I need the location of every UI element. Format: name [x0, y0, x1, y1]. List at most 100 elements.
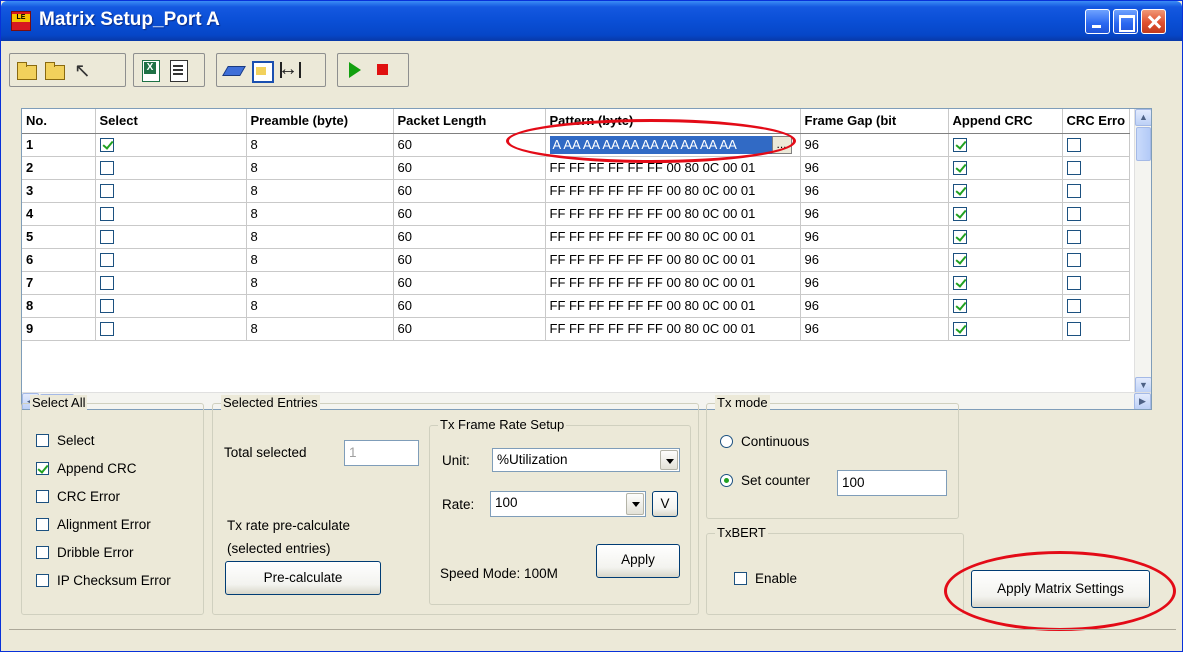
select-all-checkbox-row[interactable]: Alignment Error — [36, 517, 151, 532]
append-crc-checkbox[interactable] — [952, 276, 967, 291]
append-crc-cell[interactable] — [948, 133, 1063, 157]
select-all-checkbox-row[interactable]: Select — [36, 433, 95, 448]
preamble-cell[interactable]: 8 — [246, 225, 394, 249]
unit-select[interactable]: %Utilization — [492, 448, 680, 472]
select-checkbox[interactable] — [99, 161, 114, 176]
packet-length-cell[interactable]: 60 — [393, 156, 546, 180]
frame-gap-cell[interactable]: 96 — [800, 202, 949, 226]
select-checkbox[interactable] — [99, 230, 114, 245]
append-crc-checkbox[interactable] — [952, 322, 967, 337]
stop-icon[interactable] — [369, 57, 395, 83]
select-cell[interactable] — [95, 271, 247, 295]
eraser-icon[interactable] — [220, 57, 246, 83]
title-bar[interactable]: LE Matrix Setup_Port A — [1, 1, 1182, 41]
crc-error-checkbox[interactable] — [1066, 230, 1081, 245]
select-all-checkbox-row[interactable]: Dribble Error — [36, 545, 134, 560]
frame-gap-cell[interactable]: 96 — [800, 225, 949, 249]
packet-length-cell[interactable]: 60 — [393, 294, 546, 318]
select-checkbox[interactable] — [99, 138, 114, 153]
crc-error-checkbox[interactable] — [1066, 184, 1081, 199]
append-crc-checkbox[interactable] — [952, 207, 967, 222]
select-cell[interactable] — [95, 202, 247, 226]
maximize-button[interactable] — [1113, 9, 1138, 34]
column-header[interactable]: Append CRC — [948, 109, 1063, 134]
select-all-checkbox[interactable] — [36, 490, 49, 503]
frame-gap-cell[interactable]: 96 — [800, 156, 949, 180]
column-header[interactable]: Select — [95, 109, 247, 134]
pattern-cell[interactable]: FF FF FF FF FF FF 00 80 0C 00 01 — [545, 271, 801, 295]
excel-export-icon[interactable] — [137, 57, 163, 83]
crc-error-checkbox[interactable] — [1066, 253, 1081, 268]
crc-error-cell[interactable] — [1062, 202, 1131, 226]
preamble-cell[interactable]: 8 — [246, 248, 394, 272]
select-all-checkbox[interactable] — [36, 546, 49, 559]
crc-error-checkbox[interactable] — [1066, 299, 1081, 314]
chevron-down-icon[interactable] — [660, 450, 678, 470]
v-button[interactable]: V — [652, 491, 678, 517]
scroll-right-button[interactable]: ▶ — [1134, 393, 1151, 409]
preamble-cell[interactable]: 8 — [246, 156, 394, 180]
play-icon[interactable] — [341, 57, 367, 83]
preamble-cell[interactable]: 8 — [246, 294, 394, 318]
packet-length-cell[interactable]: 60 — [393, 179, 546, 203]
table-row[interactable]: 7 8 60 FF FF FF FF FF FF 00 80 0C 00 01 96 — [22, 271, 1131, 295]
enable-checkbox-row[interactable]: Enable — [734, 571, 797, 586]
frame-gap-cell[interactable]: 96 — [800, 179, 949, 203]
preamble-cell[interactable]: 8 — [246, 271, 394, 295]
open-folder-icon[interactable] — [41, 57, 67, 83]
select-cell[interactable] — [95, 156, 247, 180]
select-checkbox[interactable] — [99, 184, 114, 199]
column-header[interactable]: Preamble (byte) — [246, 109, 394, 134]
select-all-checkbox[interactable] — [36, 434, 49, 447]
append-crc-checkbox[interactable] — [952, 138, 967, 153]
column-header[interactable]: Frame Gap (bit — [800, 109, 949, 134]
append-crc-cell[interactable] — [948, 179, 1063, 203]
frame-gap-cell[interactable]: 96 — [800, 133, 949, 157]
column-header[interactable]: CRC Erro — [1062, 109, 1131, 134]
select-checkbox[interactable] — [99, 253, 114, 268]
pattern-cell[interactable]: FF FF FF FF FF FF 00 80 0C 00 01 — [545, 248, 801, 272]
set-counter-radio-row[interactable]: Set counter — [720, 473, 810, 488]
minimize-button[interactable] — [1085, 9, 1110, 34]
vertical-scroll-thumb[interactable] — [1136, 127, 1151, 161]
apply-button[interactable]: Apply — [596, 544, 680, 578]
select-checkbox[interactable] — [99, 322, 114, 337]
counter-input[interactable]: 100 — [837, 470, 947, 496]
packet-length-cell[interactable]: 60 — [393, 248, 546, 272]
close-button[interactable] — [1141, 9, 1166, 34]
crc-error-cell[interactable] — [1062, 294, 1131, 318]
table-row[interactable]: 5 8 60 FF FF FF FF FF FF 00 80 0C 00 01 96 — [22, 225, 1131, 249]
preamble-cell[interactable]: 8 — [246, 202, 394, 226]
select-cell[interactable] — [95, 133, 247, 157]
vertical-scrollbar[interactable]: ▲ ▼ — [1134, 109, 1151, 394]
document-icon[interactable] — [165, 57, 191, 83]
pattern-cell[interactable]: FF FF FF FF FF FF 00 80 0C 00 01 — [545, 317, 801, 341]
crc-error-cell[interactable] — [1062, 133, 1131, 157]
continuous-radio-row[interactable]: Continuous — [720, 434, 809, 449]
crc-error-cell[interactable] — [1062, 179, 1131, 203]
select-all-checkbox-row[interactable]: CRC Error — [36, 489, 120, 504]
append-crc-checkbox[interactable] — [952, 184, 967, 199]
packet-length-cell[interactable]: 60 — [393, 317, 546, 341]
continuous-radio[interactable] — [720, 435, 733, 448]
select-cell[interactable] — [95, 225, 247, 249]
table-row[interactable]: 8 8 60 FF FF FF FF FF FF 00 80 0C 00 01 96 — [22, 294, 1131, 318]
crc-error-checkbox[interactable] — [1066, 207, 1081, 222]
select-all-checkbox[interactable] — [36, 462, 49, 475]
window-icon[interactable] — [248, 57, 274, 83]
new-folder-icon[interactable] — [13, 57, 39, 83]
select-cell[interactable] — [95, 294, 247, 318]
select-checkbox[interactable] — [99, 276, 114, 291]
packet-length-cell[interactable]: 60 — [393, 271, 546, 295]
pattern-cell[interactable]: FF FF FF FF FF FF 00 80 0C 00 01 — [545, 225, 801, 249]
select-all-checkbox-row[interactable]: IP Checksum Error — [36, 573, 171, 588]
append-crc-checkbox[interactable] — [952, 253, 967, 268]
pattern-cell[interactable]: FF FF FF FF FF FF 00 80 0C 00 01 — [545, 202, 801, 226]
crc-error-checkbox[interactable] — [1066, 276, 1081, 291]
table-row[interactable]: 9 8 60 FF FF FF FF FF FF 00 80 0C 00 01 96 — [22, 317, 1131, 341]
append-crc-cell[interactable] — [948, 317, 1063, 341]
crc-error-checkbox[interactable] — [1066, 138, 1081, 153]
packet-length-cell[interactable]: 60 — [393, 225, 546, 249]
table-row[interactable]: 3 8 60 FF FF FF FF FF FF 00 80 0C 00 01 96 — [22, 179, 1131, 203]
rate-select[interactable]: 100 — [490, 491, 646, 517]
